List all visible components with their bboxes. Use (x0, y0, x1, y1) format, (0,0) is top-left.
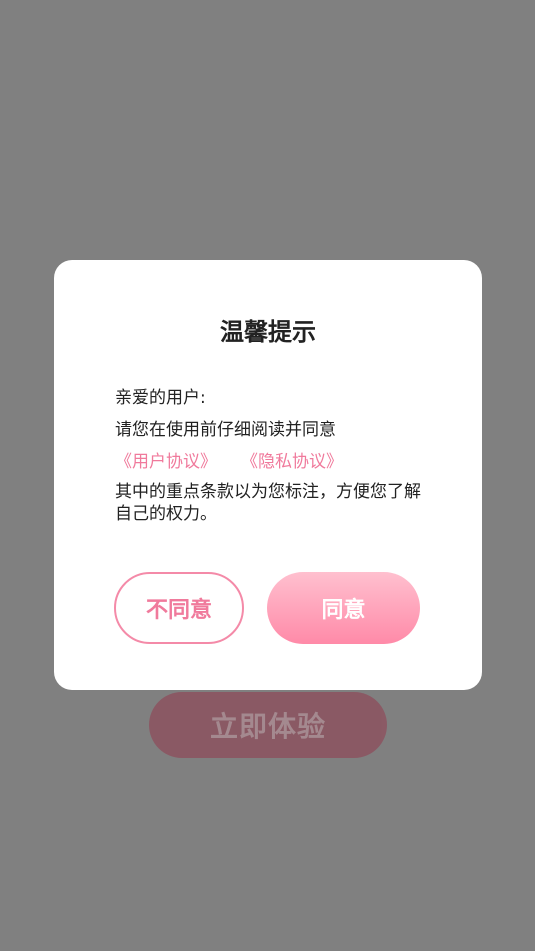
dialog-title: 温馨提示 (220, 318, 316, 346)
privacy-policy-link[interactable]: 《隐私协议》 (241, 451, 343, 473)
user-agreement-link[interactable]: 《用户协议》 (115, 451, 217, 473)
instruction-text: 请您在使用前仔细阅读并同意 (115, 420, 336, 440)
greeting-text: 亲爱的用户: (115, 388, 206, 408)
start-experience-button: 立即体验 (149, 692, 387, 758)
terms-note-text: 其中的重点条款以为您标注，方便您了解自己的权力。 (115, 482, 421, 524)
notice-dialog: 温馨提示 亲爱的用户: 请您在使用前仔细阅读并同意 《用户协议》 《隐私协议》 … (54, 260, 482, 690)
disagree-button[interactable]: 不同意 (114, 572, 244, 644)
agree-button[interactable]: 同意 (267, 572, 420, 644)
dialog-body: 亲爱的用户: 请您在使用前仔细阅读并同意 《用户协议》 《隐私协议》 其中的重点… (115, 387, 424, 525)
agreement-links: 《用户协议》 《隐私协议》 (115, 451, 424, 473)
